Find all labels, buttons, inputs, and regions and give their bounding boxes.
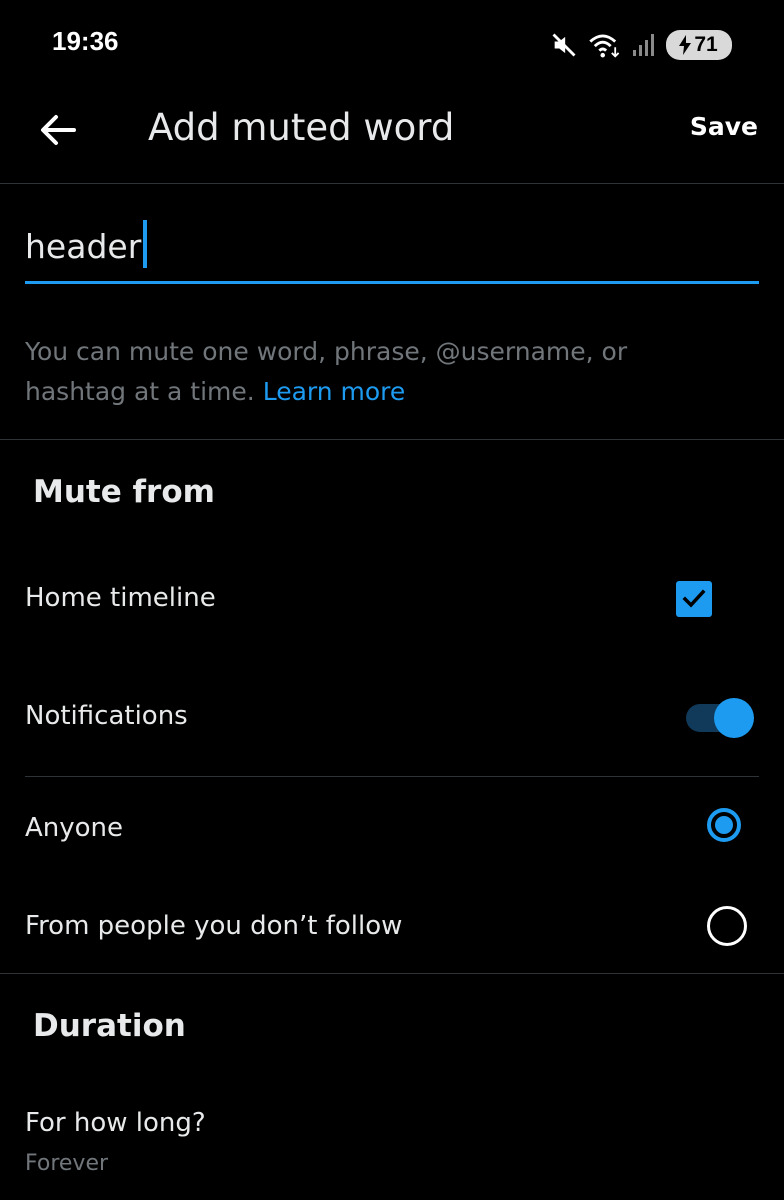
- duration-question: For how long?: [25, 1108, 206, 1138]
- radio-dot: [715, 816, 733, 834]
- arrow-left-icon: [41, 115, 76, 145]
- save-button[interactable]: Save: [690, 112, 758, 141]
- input-underline: [25, 281, 759, 284]
- page-title: Add muted word: [148, 106, 455, 149]
- status-icons: 71: [550, 28, 732, 62]
- home-timeline-label: Home timeline: [25, 583, 216, 613]
- charging-bolt-icon: [679, 35, 692, 55]
- duration-value: Forever: [25, 1151, 109, 1176]
- mute-icon: [552, 33, 576, 57]
- checkmark-icon: [682, 589, 706, 608]
- learn-more-link[interactable]: Learn more: [263, 377, 406, 406]
- not-following-label: From people you don’t follow: [25, 911, 403, 941]
- notifications-label: Notifications: [25, 701, 188, 731]
- muted-word-input[interactable]: [25, 220, 759, 272]
- battery-level: 71: [694, 33, 718, 56]
- toggle-knob: [714, 698, 754, 738]
- anyone-label: Anyone: [25, 813, 124, 843]
- home-timeline-checkbox[interactable]: [676, 581, 712, 617]
- section-divider: [0, 439, 784, 440]
- text-cursor: [143, 220, 147, 268]
- section-divider: [0, 973, 784, 974]
- notifications-toggle[interactable]: [686, 698, 754, 738]
- duration-heading: Duration: [33, 1008, 186, 1044]
- hint-text: You can mute one word, phrase, @username…: [25, 332, 725, 412]
- not-following-radio[interactable]: [707, 906, 747, 946]
- header-divider: [0, 183, 784, 184]
- signal-icon: [633, 34, 654, 56]
- back-button[interactable]: [36, 108, 80, 152]
- battery-indicator: 71: [666, 30, 732, 60]
- wifi-icon: [589, 34, 620, 58]
- notifications-divider: [25, 776, 759, 777]
- mute-from-heading: Mute from: [33, 474, 215, 510]
- anyone-radio[interactable]: [707, 808, 741, 842]
- status-time: 19:36: [52, 26, 119, 56]
